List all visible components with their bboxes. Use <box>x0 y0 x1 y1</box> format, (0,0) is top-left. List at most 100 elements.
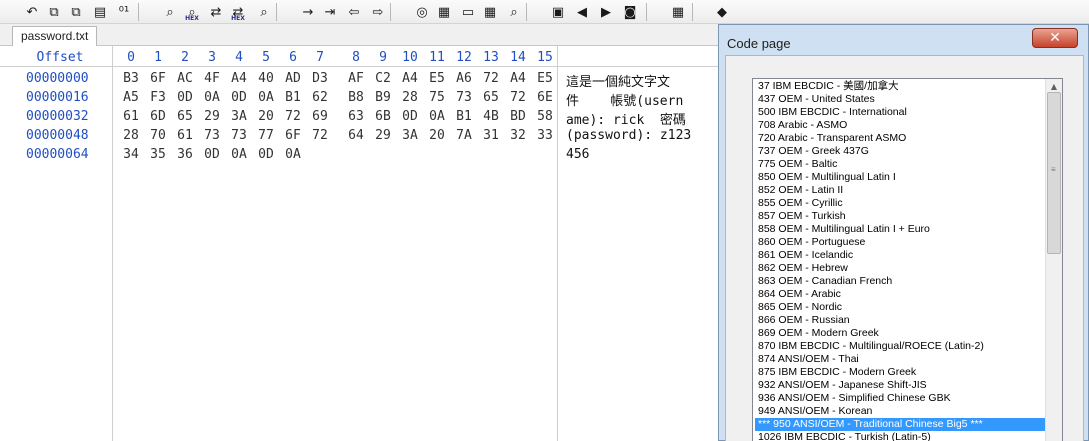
hex-byte[interactable]: B1 <box>451 109 477 124</box>
replace-hex-icon[interactable]: ⇄ HEX <box>228 2 248 23</box>
hex-byte[interactable]: 0A <box>199 90 225 105</box>
hex-byte[interactable]: 72 <box>280 109 306 124</box>
hex-byte[interactable]: 61 <box>172 128 198 143</box>
row-text[interactable]: (password): z123 <box>566 128 716 143</box>
hex-byte[interactable]: A4 <box>226 71 252 86</box>
hex-byte[interactable]: 4F <box>199 71 225 86</box>
hex-byte[interactable]: 63 <box>343 109 369 124</box>
hex-byte[interactable]: 6F <box>145 71 171 86</box>
hex-byte[interactable]: AD <box>280 71 306 86</box>
hex-byte[interactable]: 35 <box>145 147 171 162</box>
hex-byte[interactable]: 77 <box>253 128 279 143</box>
hex-byte[interactable]: 4B <box>478 109 504 124</box>
media-icon[interactable]: ▣ <box>548 2 568 22</box>
hex-byte[interactable]: 72 <box>307 128 333 143</box>
calculator-icon[interactable]: ▦ <box>480 2 500 22</box>
hex-byte[interactable]: 0D <box>199 147 225 162</box>
code-page-item[interactable]: 500 IBM EBCDIC - International <box>755 106 1045 119</box>
hex-byte[interactable]: 0D <box>253 147 279 162</box>
code-page-item[interactable]: 855 OEM - Cyrillic <box>755 197 1045 210</box>
scroll-thumb[interactable]: ≡ <box>1047 92 1061 254</box>
hex-byte[interactable]: 6B <box>370 109 396 124</box>
code-page-item[interactable]: 862 OEM - Hebrew <box>755 262 1045 275</box>
hex-byte[interactable]: 7A <box>451 128 477 143</box>
hex-byte[interactable]: 3A <box>397 128 423 143</box>
hex-byte[interactable]: 64 <box>343 128 369 143</box>
row-text[interactable]: 件 帳號(usern <box>566 90 716 109</box>
hex-byte[interactable]: 34 <box>118 147 144 162</box>
disk-icon[interactable]: ◎ <box>412 2 432 22</box>
hex-byte[interactable]: 72 <box>478 71 504 86</box>
code-page-item[interactable]: 852 OEM - Latin II <box>755 184 1045 197</box>
row-text[interactable]: 456 <box>566 147 716 162</box>
hex-byte[interactable]: 61 <box>118 109 144 124</box>
undo-icon[interactable]: ↶ <box>22 2 42 22</box>
hex-byte[interactable]: 69 <box>307 109 333 124</box>
code-page-item[interactable]: 861 OEM - Icelandic <box>755 249 1045 262</box>
code-page-item[interactable]: 865 OEM - Nordic <box>755 301 1045 314</box>
code-page-item[interactable]: 850 OEM - Multilingual Latin I <box>755 171 1045 184</box>
code-page-item[interactable]: 936 ANSI/OEM - Simplified Chinese GBK <box>755 392 1045 405</box>
find-next-icon[interactable]: ⌕ <box>254 2 274 22</box>
zoom-icon[interactable]: ⌕ <box>504 2 524 22</box>
next-icon[interactable]: ▶ <box>596 2 616 22</box>
hex-byte[interactable]: 6E <box>532 90 558 105</box>
hex-byte[interactable]: 0A <box>226 147 252 162</box>
open-disk-icon[interactable]: ▦ <box>434 2 454 22</box>
hex-byte[interactable]: 6F <box>280 128 306 143</box>
hex-byte[interactable]: 62 <box>307 90 333 105</box>
back-icon[interactable]: ⇦ <box>344 2 364 22</box>
code-page-item[interactable]: 949 ANSI/OEM - Korean <box>755 405 1045 418</box>
hex-byte[interactable]: 70 <box>145 128 171 143</box>
hex-byte[interactable]: 29 <box>370 128 396 143</box>
hex-byte[interactable]: 28 <box>118 128 144 143</box>
camera-icon[interactable]: ◙ <box>620 2 640 22</box>
code-page-item[interactable]: 437 OEM - United States <box>755 93 1045 106</box>
hex-byte[interactable]: AC <box>172 71 198 86</box>
hex-byte[interactable]: 20 <box>253 109 279 124</box>
binary-icon[interactable]: ⁰¹ <box>114 2 134 22</box>
code-page-item[interactable]: 866 OEM - Russian <box>755 314 1045 327</box>
hex-byte[interactable]: E5 <box>424 71 450 86</box>
code-page-item[interactable]: 875 IBM EBCDIC - Modern Greek <box>755 366 1045 379</box>
hex-byte[interactable]: BD <box>505 109 531 124</box>
hex-byte[interactable]: 65 <box>172 109 198 124</box>
hex-byte[interactable]: E5 <box>532 71 558 86</box>
hex-byte[interactable]: 73 <box>451 90 477 105</box>
hex-byte[interactable]: F3 <box>145 90 171 105</box>
goto-offset-icon[interactable]: → <box>298 2 318 22</box>
hex-byte[interactable]: 0A <box>424 109 450 124</box>
hex-byte[interactable]: 75 <box>424 90 450 105</box>
code-page-item[interactable]: 870 IBM EBCDIC - Multilingual/ROECE (Lat… <box>755 340 1045 353</box>
hex-byte[interactable]: B3 <box>118 71 144 86</box>
code-page-item[interactable]: 864 OEM - Arabic <box>755 288 1045 301</box>
hex-byte[interactable]: 58 <box>532 109 558 124</box>
code-page-item[interactable]: 857 OEM - Turkish <box>755 210 1045 223</box>
table-icon[interactable]: ▦ <box>668 2 688 22</box>
paste-icon[interactable]: ▤ <box>90 2 110 22</box>
hex-byte[interactable]: 31 <box>478 128 504 143</box>
code-page-item[interactable]: 737 OEM - Greek 437G <box>755 145 1045 158</box>
hex-editor[interactable]: Offset 0 1 2 3 4 5 6 7 8 9 10 11 12 13 14 15 00000000 B3 6… <box>0 46 720 441</box>
hex-byte[interactable]: 28 <box>397 90 423 105</box>
code-page-item[interactable]: 37 IBM EBCDIC - 美國/加拿大 <box>755 80 1045 93</box>
forward-icon[interactable]: ⇨ <box>368 2 388 22</box>
hex-byte[interactable]: 0A <box>280 147 306 162</box>
hex-byte[interactable]: 0D <box>397 109 423 124</box>
code-page-item[interactable]: 720 Arabic - Transparent ASMO <box>755 132 1045 145</box>
hex-byte[interactable]: D3 <box>307 71 333 86</box>
hex-byte[interactable]: A6 <box>451 71 477 86</box>
hex-byte[interactable]: A4 <box>397 71 423 86</box>
code-page-item[interactable]: 874 ANSI/OEM - Thai <box>755 353 1045 366</box>
hex-byte[interactable]: 72 <box>505 90 531 105</box>
hex-byte[interactable]: A5 <box>118 90 144 105</box>
close-button[interactable]: ✕ <box>1032 28 1078 48</box>
hex-byte[interactable]: 3A <box>226 109 252 124</box>
hex-byte[interactable]: 33 <box>532 128 558 143</box>
hex-byte[interactable]: 0D <box>226 90 252 105</box>
ram-icon[interactable]: ▭ <box>458 2 478 22</box>
code-page-item[interactable]: 858 OEM - Multilingual Latin I + Euro <box>755 223 1045 236</box>
code-page-item[interactable]: 869 OEM - Modern Greek <box>755 327 1045 340</box>
code-page-list[interactable]: 37 IBM EBCDIC - 美國/加拿大 437 OEM - United S… <box>752 78 1063 441</box>
cut-icon[interactable]: ⧉ <box>66 2 86 22</box>
